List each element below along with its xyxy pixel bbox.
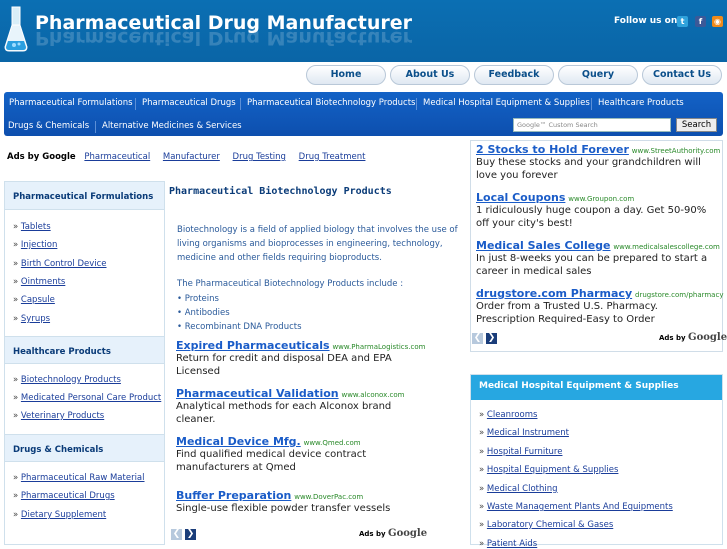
right-ad-4[interactable]: drugstore.com Pharmacy drugstore.com/pha… [476, 287, 723, 326]
ads-by-google-label: Ads by Google [7, 152, 76, 162]
sidebar-item-syrups[interactable]: » Syrups [13, 314, 50, 324]
ads-by-google-badge[interactable]: Ads by Google [359, 528, 427, 539]
nav-contact-us-button[interactable]: Contact Us [642, 65, 722, 85]
nav-feedback-button[interactable]: Feedback [474, 65, 554, 85]
sidebar-item-capsule[interactable]: » Capsule [13, 295, 55, 305]
nav-about-us-button[interactable]: About Us [390, 65, 470, 85]
flask-logo-icon [4, 6, 28, 52]
right-item-medical-instrument[interactable]: » Medical Instrument [479, 428, 569, 438]
twitter-icon[interactable]: t [677, 16, 688, 27]
sidebar-heading-formulations: Pharmaceutical Formulations [5, 182, 164, 210]
ad-body: Return for credit and disposal DEA and E… [176, 353, 392, 377]
sidebar-item-veterinary[interactable]: » Veterinary Products [13, 411, 104, 421]
sidebar-item-pharma-drugs[interactable]: » Pharmaceutical Drugs [13, 491, 115, 501]
right-item-lab-chemical[interactable]: » Laboratory Chemical & Gases [479, 520, 613, 530]
ads-prev-arrow-icon[interactable]: ❮ [171, 529, 182, 540]
right-item-patient-aids[interactable]: » Patient Aids [479, 539, 537, 549]
cat-healthcare-products[interactable]: Healthcare Products [598, 98, 684, 108]
page-title: Pharmaceutical Biotechnology Products [169, 186, 392, 197]
right-item-cleanrooms[interactable]: » Cleanrooms [479, 410, 537, 420]
right-item-hospital-equipment[interactable]: » Hospital Equipment & Supplies [479, 465, 618, 475]
ad-body: Order from a Trusted U.S. Pharmacy. Pres… [476, 301, 658, 325]
product-bullet: • Recombinant DNA Products [177, 322, 302, 332]
right-item-medical-clothing[interactable]: » Medical Clothing [479, 484, 558, 494]
cat-hospital-equipment[interactable]: Medical Hospital Equipment & Supplies [423, 98, 590, 108]
cat-divider [416, 98, 417, 110]
cat-divider [135, 98, 136, 110]
sidebar-item-dietary-supplement[interactable]: » Dietary Supplement [13, 510, 106, 520]
ad-body: Analytical methods for each Alconox bran… [176, 401, 392, 425]
sidebar-item-ointments[interactable]: » Ointments [13, 277, 65, 287]
sidebar-item-raw-material[interactable]: » Pharmaceutical Raw Material [13, 473, 145, 483]
rss-icon[interactable]: ◉ [712, 16, 723, 27]
site-title-reflection: Pharmaceutical Drug Manufacturer [35, 27, 412, 49]
right-box-heading: Medical Hospital Equipment & Supplies [471, 375, 722, 400]
cat-pharmaceutical-drugs[interactable]: Pharmaceutical Drugs [142, 98, 236, 108]
ad-title[interactable]: 2 Stocks to Hold Forever [476, 143, 629, 156]
cat-divider [240, 98, 241, 110]
products-include-heading: The Pharmaceutical Biotechnology Product… [177, 279, 404, 289]
right-ad-2[interactable]: Local Coupons www.Groupon.com 1 ridiculo… [476, 191, 720, 230]
ad-body: Buy these stocks and your grandchildren … [476, 157, 701, 181]
main-ad-4[interactable]: Buffer Preparation www.DoverPac.com Sing… [176, 489, 406, 515]
sidebar-item-birth-control[interactable]: » Birth Control Device [13, 259, 107, 269]
search-input[interactable]: Google™ Custom Search [513, 118, 671, 132]
cat-drugs-chemicals[interactable]: Drugs & Chemicals [8, 121, 89, 131]
intro-paragraph: Biotechnology is a field of applied biol… [177, 225, 458, 263]
right-item-hospital-furniture[interactable]: » Hospital Furniture [479, 447, 562, 457]
ads-next-arrow-icon[interactable]: ❯ [185, 529, 196, 540]
right-ad-1[interactable]: 2 Stocks to Hold Forever www.StreetAutho… [476, 143, 720, 182]
left-sidebar: Pharmaceutical Formulations » Tablets » … [4, 181, 165, 545]
ad-body: Single-use flexible powder transfer vess… [176, 503, 391, 514]
cat-alternative-medicines[interactable]: Alternative Medicines & Services [102, 121, 242, 131]
ad-title[interactable]: Medical Device Mfg. [176, 435, 301, 448]
main-ad-1[interactable]: Expired Pharmaceuticals www.PharmaLogist… [176, 339, 425, 378]
adlink-pharmaceutical[interactable]: Pharmaceutical [84, 152, 150, 162]
right-ad-3[interactable]: Medical Sales College www.medicalsalesco… [476, 239, 720, 278]
right-category-box: Medical Hospital Equipment & Supplies » … [470, 374, 723, 549]
ad-title[interactable]: Local Coupons [476, 191, 565, 204]
sidebar-item-injection[interactable]: » Injection [13, 240, 57, 250]
nav-home-button[interactable]: Home [306, 65, 386, 85]
adlink-drug-testing[interactable]: Drug Testing [233, 152, 286, 162]
nav-query-button[interactable]: Query [558, 65, 638, 85]
search-placeholder: Google™ Custom Search [517, 121, 598, 129]
search-button[interactable]: Search [676, 118, 717, 132]
top-navigation: Home About Us Feedback Query Contact Us [0, 62, 727, 86]
cat-divider [591, 98, 592, 110]
right-item-waste-management[interactable]: » Waste Management Plants And Equipments [479, 502, 673, 512]
main-ad-3[interactable]: Medical Device Mfg. www.Qmed.com Find qu… [176, 435, 406, 474]
adlink-drug-treatment[interactable]: Drug Treatment [299, 152, 366, 162]
sidebar-item-tablets[interactable]: » Tablets [13, 222, 51, 232]
cat-divider [95, 121, 96, 133]
sidebar-heading-healthcare: Healthcare Products [5, 336, 164, 364]
product-bullet: • Proteins [177, 294, 219, 304]
ad-title[interactable]: Expired Pharmaceuticals [176, 339, 330, 352]
follow-us-label: Follow us on : [614, 16, 684, 26]
sidebar-item-biotechnology[interactable]: » Biotechnology Products [13, 375, 121, 385]
right-ads-next-arrow-icon[interactable]: ❯ [486, 333, 497, 344]
ad-body: Find qualified medical device contract m… [176, 449, 367, 473]
facebook-icon[interactable]: f [695, 16, 706, 27]
ad-title[interactable]: Buffer Preparation [176, 489, 291, 502]
ad-title[interactable]: drugstore.com Pharmacy [476, 287, 632, 300]
sidebar-item-personal-care[interactable]: » Medicated Personal Care Product [13, 393, 161, 403]
ad-body: In just 8-weeks you can be prepared to s… [476, 253, 708, 277]
sidebar-heading-drugs-chemicals: Drugs & Chemicals [5, 434, 164, 462]
right-ads-prev-arrow-icon[interactable]: ❮ [472, 333, 483, 344]
cat-biotechnology-products[interactable]: Pharmaceutical Biotechnology Products [247, 98, 415, 108]
main-ad-2[interactable]: Pharmaceutical Validation www.alconox.co… [176, 387, 406, 426]
cat-pharmaceutical-formulations[interactable]: Pharmaceutical Formulations [9, 98, 133, 108]
ad-links-bar: Ads by Google Pharmaceutical Manufacture… [7, 152, 375, 162]
ad-title[interactable]: Medical Sales College [476, 239, 611, 252]
ad-title[interactable]: Pharmaceutical Validation [176, 387, 339, 400]
ad-body: 1 ridiculously huge coupon a day. Get 50… [476, 205, 707, 229]
right-ads-by-google-badge[interactable]: Ads by Google [659, 332, 727, 343]
adlink-manufacturer[interactable]: Manufacturer [163, 152, 220, 162]
product-bullet: • Antibodies [177, 308, 230, 318]
